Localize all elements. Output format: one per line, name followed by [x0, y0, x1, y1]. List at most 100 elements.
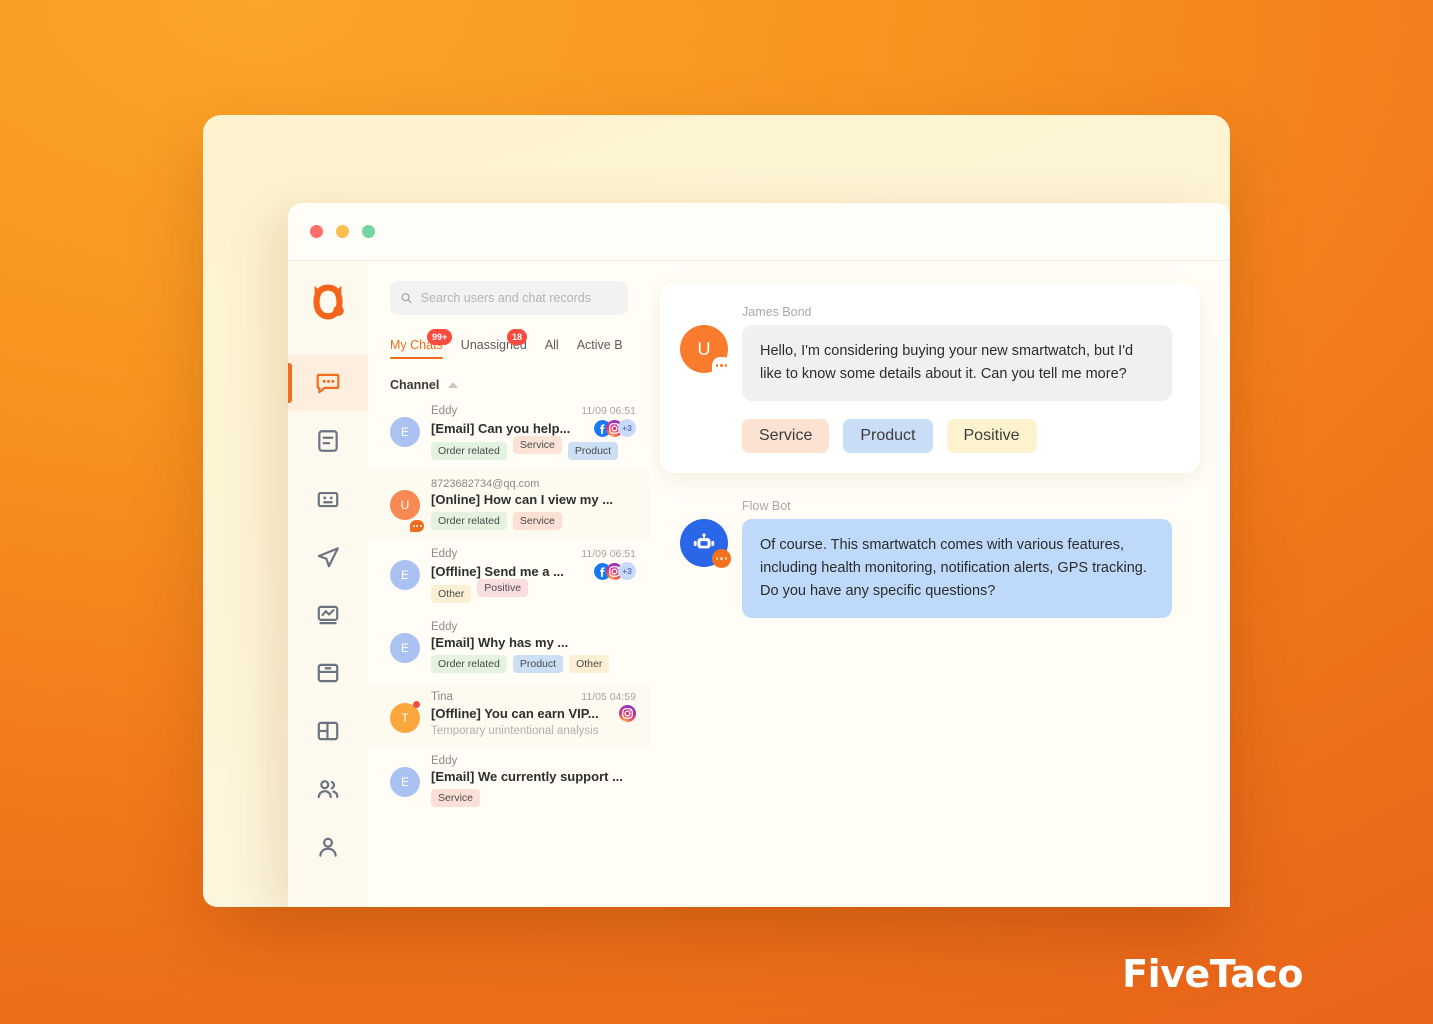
sidebar-item-documents[interactable] [288, 413, 368, 469]
chat-list-item[interactable]: U 8723682734@qq.com [Online] How can I vie… [368, 469, 650, 540]
chat-list-item[interactable]: E Eddy 11/09 06:51 [Offline] Send me a ... +… [368, 539, 650, 612]
message-tags: Service Product Positive [742, 418, 1176, 453]
chat-item-preview-row: [Email] Why has my ... [431, 635, 636, 650]
sidebar-item-chat[interactable] [288, 355, 368, 411]
channel-group-header[interactable]: Channel [390, 378, 650, 392]
chat-item-header: Eddy 11/09 06:51 [431, 548, 636, 560]
chat-item-content: Eddy [Email] Why has my ... Order related P… [431, 621, 636, 674]
tab-unassigned[interactable]: Unassigned 18 [461, 329, 528, 359]
sidebar-item-profile[interactable] [288, 819, 368, 875]
tab-my-chats[interactable]: My Chats 99+ [390, 329, 453, 359]
chat-item-content: Eddy 11/09 06:51 [Email] Can you help... +3… [431, 405, 636, 461]
message-row: Of course. This smartwatch comes with va… [680, 518, 1176, 618]
avatar: U [680, 325, 731, 374]
chat-item-tags: Service [431, 789, 636, 808]
message-bubble: Of course. This smartwatch comes with va… [742, 518, 1172, 618]
team-group-icon [317, 780, 339, 799]
chat-item-header: 8723682734@qq.com [431, 478, 636, 490]
sidebar-item-analytics[interactable] [288, 587, 368, 643]
chat-list-item[interactable]: E Eddy [Email] We currently support ... Ser… [368, 746, 650, 816]
search-input[interactable] [420, 291, 618, 305]
chat-item-header: Eddy [431, 755, 636, 767]
avatar-initial: E [390, 417, 420, 447]
tag-product[interactable]: Product [512, 655, 564, 674]
message-sender-name: James Bond [742, 305, 812, 319]
message-row: U Hello, I'm considering buying your new … [680, 325, 1176, 401]
send-paper-plane-icon [317, 547, 339, 568]
avatar: U [390, 478, 424, 533]
search-icon [401, 293, 412, 304]
tag-order-related[interactable]: Order related [431, 512, 507, 531]
tab-active-b[interactable]: Active B [577, 338, 623, 359]
tag-service[interactable]: Service [512, 436, 562, 455]
chat-list-item[interactable]: E Eddy [Email] Why has my ... Order related… [368, 612, 650, 682]
tag-service[interactable]: Service [431, 789, 481, 808]
chat-item-tags: Other Positive [431, 579, 636, 604]
close-window-button[interactable] [310, 225, 323, 238]
tab-badge-count: 18 [507, 329, 528, 345]
chat-item-preview-row: [Offline] You can earn VIP... [431, 705, 636, 723]
chat-list-item[interactable]: T Tina 11/05 04:59 [Offline] You can earn V… [368, 682, 650, 747]
tag-service[interactable]: Service [512, 512, 562, 531]
chat-item-name: 8723682734@qq.com [431, 478, 540, 491]
tag-order-related[interactable]: Order related [431, 442, 507, 461]
chat-item-header: Eddy 11/09 06:51 [431, 405, 636, 417]
archive-box-icon [317, 663, 339, 683]
page-background: My Chats99+ Unassigned18 All Active B Chann… [0, 0, 1433, 1024]
bot-status-badge-icon [712, 548, 731, 568]
message-tag-service[interactable]: Service [742, 418, 830, 453]
tag-order-related[interactable]: Order related [431, 655, 507, 674]
chat-item-name: Eddy [431, 621, 458, 634]
tag-other[interactable]: Other [569, 655, 610, 674]
message-card: Flow Bot Of course. This smartwatch comes… [660, 499, 1200, 618]
message-tag-product[interactable]: Product [843, 418, 933, 453]
channel-group-label: Channel [390, 378, 440, 392]
avatar: E [390, 405, 420, 460]
chat-item-preview-row: [Email] We currently support ... [431, 769, 636, 784]
chat-list-panel: My Chats99+ Unassigned18 All Active B Chann… [368, 261, 650, 907]
chat-list-item[interactable]: E Eddy 11/09 06:51 [Email] Can you help... +… [368, 396, 650, 469]
minimize-window-button[interactable] [336, 225, 349, 238]
chat-item-name: Eddy [431, 548, 458, 561]
avatar-initial: U [390, 490, 420, 521]
chat-item-timestamp: 11/05 04:59 [581, 691, 636, 704]
avatar-initial: E [390, 560, 420, 591]
message-tag-positive[interactable]: Positive [946, 418, 1037, 453]
chat-item-content: Tina 11/05 04:59 [Offline] You can earn VI… [431, 691, 636, 737]
chat-item-header: Eddy [431, 621, 636, 633]
sidebar-item-archive[interactable] [288, 645, 368, 701]
bull-logo-icon [313, 284, 344, 320]
sidebar-item-team[interactable] [288, 761, 368, 817]
avatar-initial: E [390, 767, 420, 798]
message-bubble: Hello, I'm considering buying your new s… [742, 325, 1172, 401]
chat-filter-tabs: My Chats 99+ Unassigned 18 All Active B [390, 329, 650, 359]
message-card: James Bond U Hello, I'm considering buying… [660, 283, 1200, 473]
chat-item-tags: Order related Product Other [431, 655, 636, 674]
sidebar-item-bot[interactable] [288, 471, 368, 527]
layout-panels-icon [317, 721, 339, 741]
app-window: My Chats99+ Unassigned18 All Active B Chann… [288, 203, 1230, 907]
avatar: E [390, 621, 420, 673]
tag-product[interactable]: Product [567, 442, 619, 461]
tag-positive[interactable]: Positive [477, 579, 529, 598]
caret-up-icon[interactable] [448, 382, 459, 388]
avatar-initial: E [390, 633, 420, 664]
chat-item-preview: [Email] We currently support ... [431, 769, 623, 785]
tab-badge-count: 99+ [426, 329, 453, 345]
sidebar-item-broadcast[interactable] [288, 529, 368, 585]
channel-icons-group: +3 [594, 562, 636, 581]
tab-label: All [544, 338, 559, 352]
chat-item-content: 8723682734@qq.com [Online] How can I view… [431, 478, 636, 531]
chat-item-content: Eddy [Email] We currently support ... Serv… [431, 755, 636, 808]
tag-other[interactable]: Other [431, 585, 472, 604]
chat-item-tags: Order related Service [431, 512, 636, 531]
chat-item-name: Eddy [431, 755, 458, 768]
sidebar-item-layout[interactable] [288, 703, 368, 759]
tab-all[interactable]: All [545, 338, 559, 359]
maximize-window-button[interactable] [362, 225, 375, 238]
search-box[interactable] [390, 281, 628, 315]
chat-rows-container: E Eddy 11/09 06:51 [Email] Can you help... +… [368, 396, 650, 907]
chat-item-preview-row: [Offline] Send me a ... +3 [431, 562, 636, 581]
unread-dot-icon [413, 701, 420, 709]
chat-bubble-icon [316, 373, 340, 394]
